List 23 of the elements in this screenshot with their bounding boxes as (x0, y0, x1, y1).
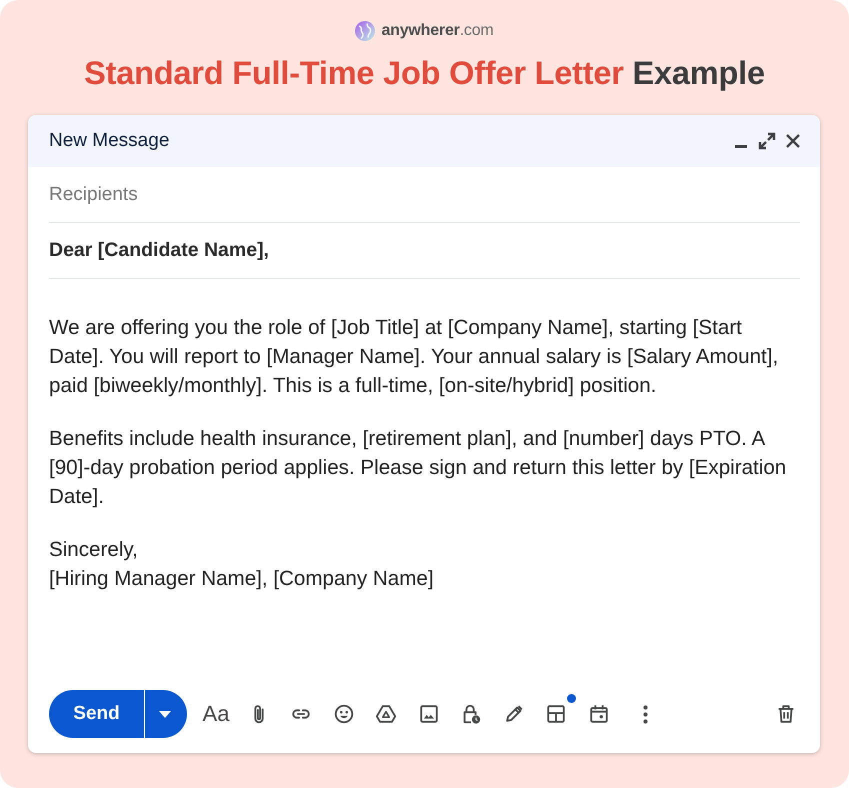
formatting-button[interactable]: Aa (199, 697, 233, 731)
close-icon (784, 132, 802, 150)
more-vertical-icon (642, 704, 648, 724)
window-title: New Message (49, 130, 170, 152)
caret-icon (159, 710, 171, 718)
smiley-icon (332, 703, 354, 725)
subject-field[interactable]: Dear [Candidate Name], (49, 223, 800, 279)
minimize-icon (735, 144, 747, 148)
recipients-field[interactable]: Recipients (49, 167, 800, 223)
layout-icon (545, 703, 567, 725)
closing-line: Sincerely, (49, 537, 138, 563)
send-options-button[interactable] (145, 690, 187, 738)
triangle-icon (375, 703, 397, 725)
logo-text: anywherer.com (381, 22, 494, 40)
page-title: Standard Full-Time Job Offer Letter Example (84, 54, 765, 93)
send-button[interactable]: Send (49, 690, 144, 738)
closing-line: [Hiring Manager Name], [Company Name] (49, 566, 434, 592)
globe-logo-icon (355, 21, 376, 41)
body-paragraph: We are offering you the role of [Job Title] at [Company Name], starting [Start Date]. You will report to [Manager Name]. Your annual salary is [Salary Amount], paid [biweekly/monthly]. This is a full-time, [on-site/hybrid] position. (49, 315, 780, 399)
expand-icon (758, 132, 776, 150)
calendar-icon (588, 703, 610, 725)
body-paragraph: Benefits include health insurance, [retirement plan], and [number] days PTO. A [90]-day probation period applies. Please sign and return this letter by [Expiration Date]. (49, 426, 788, 510)
image-icon (418, 703, 440, 725)
